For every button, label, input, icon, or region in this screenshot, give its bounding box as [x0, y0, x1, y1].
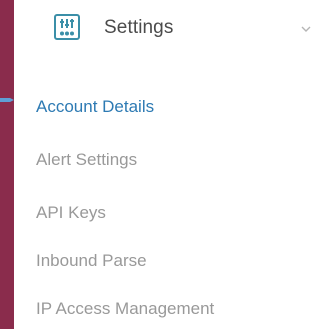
menu-item-inbound-parse[interactable]: Inbound Parse	[36, 247, 147, 275]
sliders-icon	[54, 14, 80, 40]
settings-title: Settings	[104, 17, 174, 38]
menu-item-ip-access-management[interactable]: IP Access Management	[36, 295, 214, 323]
active-pointer-indicator	[0, 98, 14, 102]
settings-sidebar-panel: Settings Account Details Alert Settings …	[14, 0, 324, 329]
settings-section-header[interactable]: Settings	[14, 0, 324, 60]
menu-item-account-details[interactable]: Account Details	[36, 93, 154, 121]
chevron-down-icon[interactable]	[301, 26, 311, 32]
menu-item-api-keys[interactable]: API Keys	[36, 199, 106, 227]
menu-item-alert-settings[interactable]: Alert Settings	[36, 146, 137, 174]
